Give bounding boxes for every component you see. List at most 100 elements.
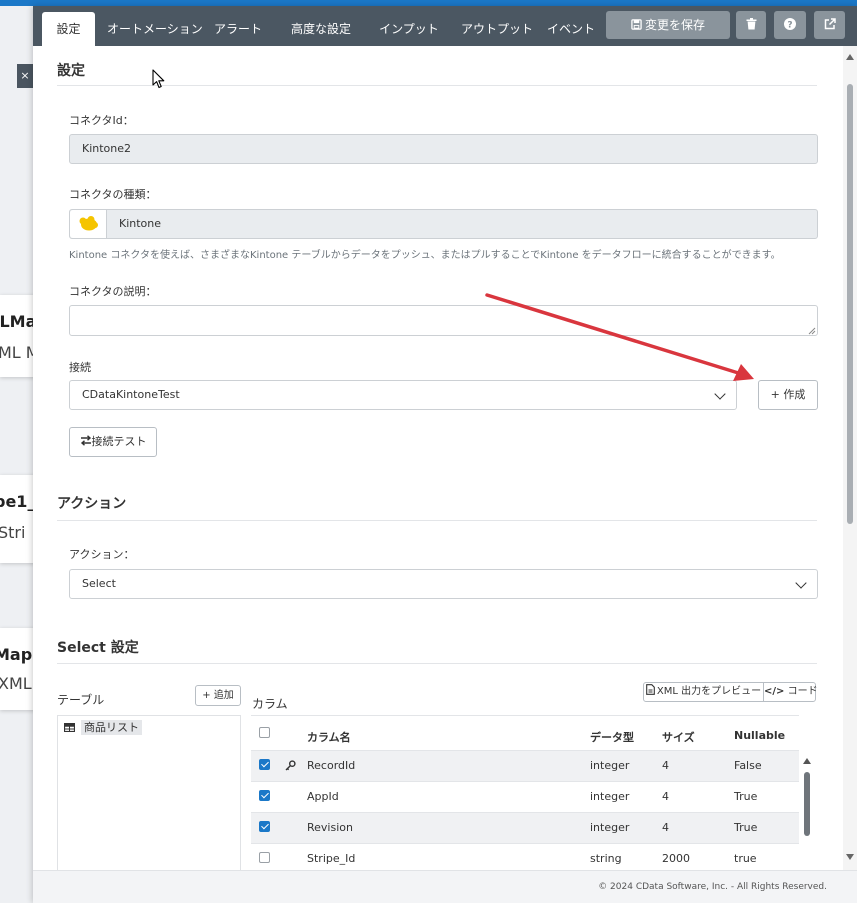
connector-type-value: Kintone bbox=[119, 217, 162, 230]
connector-type-label: コネクタの種類： bbox=[69, 188, 157, 201]
document-icon bbox=[646, 684, 655, 695]
connector-id-field[interactable]: Kintone2 bbox=[69, 134, 818, 164]
scroll-down-arrow-icon[interactable] bbox=[846, 854, 854, 860]
columns-panel-header: カラム bbox=[252, 697, 288, 711]
table-list-item[interactable]: 商品リスト bbox=[63, 719, 146, 736]
table-list-label: 商品リスト bbox=[81, 720, 142, 735]
test-connection-button[interactable]: 接続テスト bbox=[69, 427, 157, 457]
action-label: アクション： bbox=[69, 548, 135, 561]
copyright-text: © 2024 CData Software, Inc. - All Rights… bbox=[598, 882, 827, 892]
row-checkbox[interactable] bbox=[259, 852, 270, 863]
node-subtitle: ML M bbox=[0, 343, 36, 362]
scroll-thumb[interactable] bbox=[847, 84, 853, 524]
node-title: lLMa bbox=[0, 312, 36, 331]
help-button[interactable]: ? bbox=[774, 11, 806, 39]
column-type: integer bbox=[590, 759, 630, 772]
code-icon: </> bbox=[764, 686, 785, 697]
column-size: 4 bbox=[662, 821, 669, 834]
column-header-size: サイズ bbox=[662, 731, 695, 744]
background-node-card[interactable]: pe1_ Stri bbox=[0, 475, 36, 563]
columns-table-header: カラム名 データ型 サイズ Nullable bbox=[251, 721, 799, 749]
tab-automation[interactable]: オートメーション bbox=[107, 12, 203, 46]
table-grid-icon bbox=[63, 722, 76, 733]
footer: © 2024 CData Software, Inc. - All Rights… bbox=[33, 870, 857, 903]
close-panel-button[interactable]: × bbox=[17, 64, 33, 88]
floppy-disk-icon bbox=[631, 19, 642, 30]
scroll-up-arrow-icon[interactable] bbox=[803, 758, 811, 764]
external-link-icon bbox=[824, 18, 836, 30]
columns-table bbox=[251, 715, 799, 716]
node-title: Map bbox=[0, 645, 33, 664]
column-size: 4 bbox=[662, 759, 669, 772]
tab-advanced[interactable]: 高度な設定 bbox=[281, 12, 361, 46]
column-header-type: データ型 bbox=[590, 731, 634, 744]
add-table-button[interactable]: + 追加 bbox=[195, 685, 241, 706]
background-node-card[interactable]: Map XML bbox=[0, 628, 36, 710]
question-icon: ? bbox=[784, 18, 796, 30]
table-row[interactable]: RecordId integer 4 False bbox=[251, 750, 799, 781]
annotation-arrow bbox=[485, 293, 754, 381]
code-button-label: コード bbox=[787, 686, 818, 697]
node-subtitle: Stri bbox=[0, 523, 26, 542]
code-button[interactable]: </> コード bbox=[763, 682, 818, 702]
column-type: integer bbox=[590, 821, 630, 834]
node-title: pe1_ bbox=[0, 492, 36, 511]
column-name: RecordId bbox=[307, 759, 356, 772]
row-checkbox[interactable] bbox=[259, 790, 270, 801]
scroll-thumb[interactable] bbox=[804, 772, 810, 836]
divider bbox=[57, 520, 817, 521]
preview-xml-button[interactable]: XML 出力をプレビュー bbox=[643, 682, 764, 702]
column-type: string bbox=[590, 852, 622, 865]
table-row[interactable]: Revision integer 4 True bbox=[251, 812, 799, 843]
resize-grip-icon bbox=[808, 327, 816, 335]
tab-input[interactable]: インプット bbox=[375, 12, 443, 46]
modal-scrollbar[interactable] bbox=[843, 46, 857, 870]
exchange-icon bbox=[80, 435, 91, 446]
trash-icon bbox=[746, 18, 756, 30]
scroll-up-arrow-icon[interactable] bbox=[846, 54, 854, 60]
select-all-checkbox[interactable] bbox=[259, 727, 270, 738]
column-size: 4 bbox=[662, 790, 669, 803]
node-subtitle: XML bbox=[0, 674, 32, 693]
column-name: Stripe_Id bbox=[307, 852, 356, 865]
background-node-card[interactable]: lLMa ML M bbox=[0, 295, 36, 377]
popout-button[interactable] bbox=[814, 11, 845, 39]
divider bbox=[57, 85, 817, 86]
column-nullable: true bbox=[734, 852, 757, 865]
svg-text:?: ? bbox=[787, 20, 792, 30]
connection-select-value: CDataKintoneTest bbox=[82, 388, 180, 401]
tab-bar: 設定 オートメーション アラート 高度な設定 インプット アウトプット イベント… bbox=[33, 6, 857, 46]
mouse-cursor-icon bbox=[152, 69, 165, 89]
tab-settings[interactable]: 設定 bbox=[42, 12, 95, 46]
select-settings-title: Select 設定 bbox=[57, 640, 139, 656]
column-header-nullable: Nullable bbox=[734, 729, 786, 742]
divider bbox=[57, 663, 817, 664]
connector-id-label: コネクタId： bbox=[69, 114, 134, 127]
action-section-title: アクション bbox=[57, 496, 127, 512]
table-row[interactable]: AppId integer 4 True bbox=[251, 781, 799, 812]
column-nullable: True bbox=[734, 821, 758, 834]
delete-button[interactable] bbox=[736, 11, 766, 39]
save-button[interactable]: 変更を保存 bbox=[606, 11, 730, 39]
tab-events[interactable]: イベント bbox=[547, 12, 595, 46]
table-panel-header: テーブル bbox=[57, 693, 105, 707]
key-icon bbox=[285, 760, 296, 771]
columns-table-scrollbar[interactable] bbox=[801, 756, 813, 870]
tab-output[interactable]: アウトプット bbox=[457, 12, 537, 46]
save-button-label: 変更を保存 bbox=[644, 18, 705, 32]
action-select[interactable]: Select bbox=[69, 569, 818, 599]
table-row[interactable]: Stripe_Id string 2000 true bbox=[251, 843, 799, 870]
column-nullable: True bbox=[734, 790, 758, 803]
tab-alerts[interactable]: アラート bbox=[209, 12, 267, 46]
connector-type-help: Kintone コネクタを使えば、さまざまなKintone テーブルからデータを… bbox=[69, 250, 781, 261]
action-select-value: Select bbox=[82, 577, 116, 590]
settings-content[interactable]: 設定 コネクタId： Kintone2 コネクタの種類： Kintone Kin… bbox=[33, 46, 843, 870]
settings-section-title: 設定 bbox=[57, 63, 85, 79]
connector-type-field[interactable]: Kintone bbox=[69, 209, 818, 239]
chevron-down-icon bbox=[795, 577, 807, 589]
row-checkbox[interactable] bbox=[259, 759, 270, 770]
test-connection-label: 接続テスト bbox=[91, 435, 147, 448]
connection-label: 接続 bbox=[69, 361, 91, 374]
row-checkbox[interactable] bbox=[259, 821, 270, 832]
column-name: AppId bbox=[307, 790, 339, 803]
